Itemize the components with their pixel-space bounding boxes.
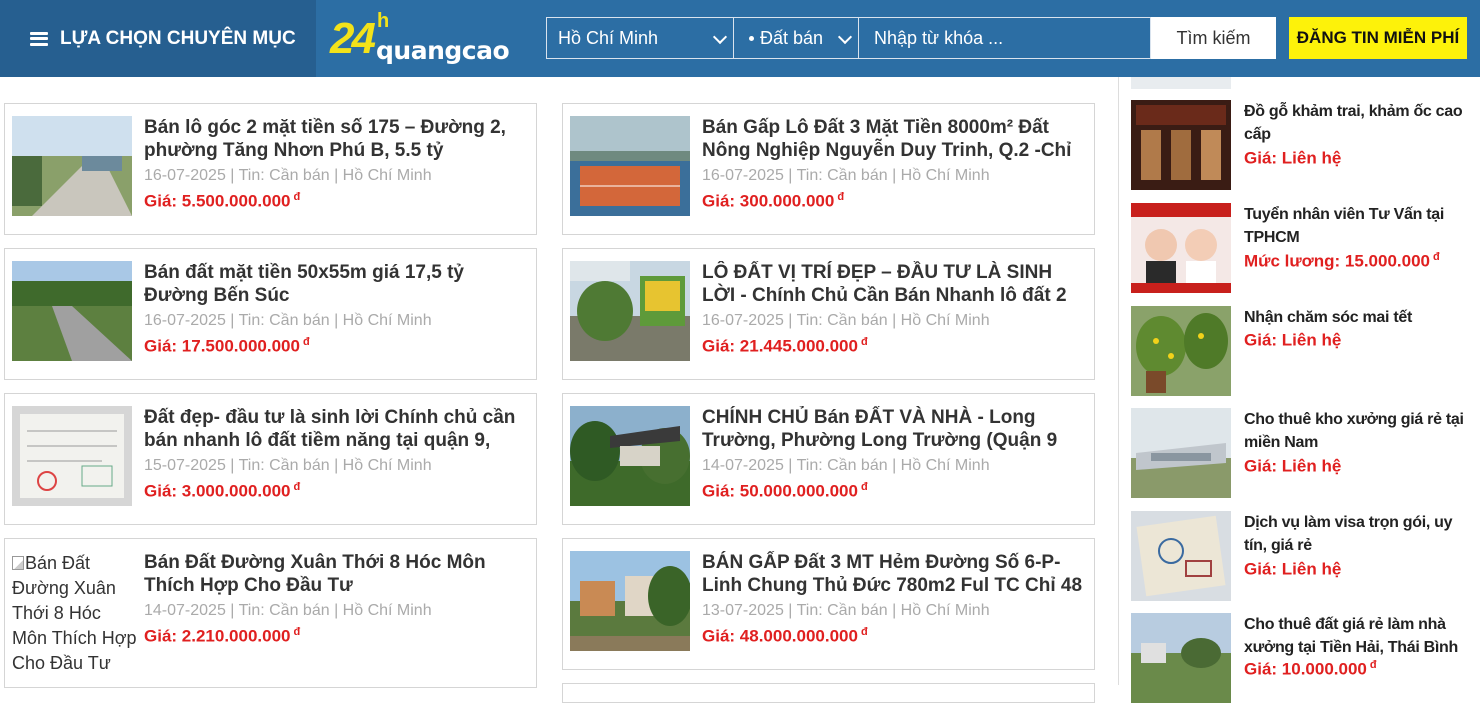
listing-meta: 13-07-2025 | Tin: Cần bán | Hồ Chí Minh — [702, 602, 990, 619]
listing-title[interactable]: Bán Gấp Lô Đất 3 Mặt Tiền 8000m² Đất Nôn… — [702, 116, 1087, 162]
listing-price: Giá: 300.000.000 đ — [702, 191, 845, 211]
sidebar-item-title[interactable]: Cho thuê kho xưởng giá rẻ tại miền Nam — [1244, 408, 1466, 454]
sidebar-item-title[interactable]: Nhận chăm sóc mai tết — [1244, 306, 1466, 329]
listing-price: Giá: 50.000.000.000 đ — [702, 481, 868, 501]
top-header: LỰA CHỌN CHUYÊN MỤC 24 h quangcao Hồ Chí… — [0, 0, 1480, 77]
sidebar-thumbnail[interactable] — [1131, 306, 1231, 396]
chevron-down-icon — [837, 29, 853, 45]
listing-meta: 16-07-2025 | Tin: Cần bán | Hồ Chí Minh — [144, 167, 432, 184]
category-menu-label: LỰA CHỌN CHUYÊN MỤC — [60, 27, 296, 49]
sidebar-divider — [1118, 77, 1119, 685]
listing-card[interactable]: Bán Gấp Lô Đất 3 Mặt Tiền 8000m² Đất Nôn… — [562, 103, 1095, 235]
category-select[interactable]: Đất bán — [734, 17, 859, 59]
listing-thumbnail[interactable] — [12, 116, 132, 216]
listing-title[interactable]: BÁN GẤP Đất 3 MT Hẻm Đường Số 6-P-Linh C… — [702, 551, 1087, 597]
listing-thumbnail[interactable] — [12, 406, 132, 506]
sidebar-item[interactable]: Nhận chăm sóc mai tết Giá: Liên hệ — [1131, 306, 1471, 398]
listing-title[interactable]: CHÍNH CHỦ Bán ĐẤT VÀ NHÀ - Long Trường, … — [702, 406, 1087, 452]
site-logo[interactable]: 24 h quangcao — [330, 10, 520, 66]
listing-price: Giá: 21.445.000.000 đ — [702, 336, 868, 356]
sidebar-item-title[interactable]: Dịch vụ làm visa trọn gói, uy tín, giá r… — [1244, 511, 1466, 557]
listing-title[interactable]: Đất đẹp- đầu tư là sinh lời Chính chủ cầ… — [144, 406, 529, 452]
listing-meta: 16-07-2025 | Tin: Cần bán | Hồ Chí Minh — [144, 312, 432, 329]
category-menu-button[interactable]: LỰA CHỌN CHUYÊN MỤC — [0, 0, 316, 77]
listing-meta: 16-07-2025 | Tin: Cần bán | Hồ Chí Minh — [702, 312, 990, 329]
search-bar: Hồ Chí Minh Đất bán Tìm kiếm — [546, 17, 1276, 59]
broken-image-icon — [12, 556, 24, 570]
listing-title[interactable]: LÔ ĐẤT VỊ TRÍ ĐẸP – ĐẦU TƯ LÀ SINH LỜI -… — [702, 261, 1087, 307]
listing-price: Giá: 48.000.000.000 đ — [702, 626, 868, 646]
listing-price: Giá: 2.210.000.000 đ — [144, 626, 301, 646]
listing-thumbnail[interactable] — [12, 261, 132, 361]
sidebar-item-price: Giá: Liên hệ — [1244, 330, 1342, 350]
bullet-icon — [749, 36, 754, 41]
sidebar-item[interactable]: Dịch vụ làm visa trọn gói, uy tín, giá r… — [1131, 511, 1471, 603]
sidebar-item[interactable]: Cho thuê kho xưởng giá rẻ tại miền Nam G… — [1131, 408, 1471, 500]
listing-price: Giá: 5.500.000.000 đ — [144, 191, 301, 211]
chevron-down-icon — [712, 29, 728, 45]
sidebar-item-price: Giá: Liên hệ — [1244, 559, 1342, 579]
listing-meta: 14-07-2025 | Tin: Cần bán | Hồ Chí Minh — [144, 602, 432, 619]
sidebar-item-price: Giá: Liên hệ — [1244, 456, 1342, 476]
sidebar-thumbnail[interactable] — [1131, 203, 1231, 293]
listing-card[interactable]: Bán lô góc 2 mặt tiền số 175 – Đường 2, … — [4, 103, 537, 235]
sidebar-item-title[interactable]: Tuyển nhân viên Tư Vấn tại TPHCM — [1244, 203, 1466, 249]
listing-price: Giá: 3.000.000.000 đ — [144, 481, 301, 501]
listing-meta: 16-07-2025 | Tin: Cần bán | Hồ Chí Minh — [702, 167, 990, 184]
listing-thumbnail[interactable] — [570, 406, 690, 506]
hamburger-icon — [30, 31, 48, 46]
sidebar-thumbnail[interactable] — [1131, 408, 1231, 498]
sidebar-item-price: Giá: Liên hệ — [1244, 148, 1342, 168]
sidebar-thumbnail[interactable] — [1131, 613, 1231, 703]
sidebar-item-price: Giá: 10.000.000 đ — [1244, 659, 1377, 679]
listing-thumbnail[interactable] — [570, 116, 690, 216]
listing-thumbnail[interactable] — [570, 551, 690, 651]
listing-title[interactable]: Bán Đất Đường Xuân Thới 8 Hóc Môn Thích … — [144, 551, 529, 597]
broken-image-alt-text[interactable]: Bán Đất Đường Xuân Thới 8 Hóc Môn Thích … — [12, 551, 137, 676]
listing-card[interactable]: Bán đất mặt tiền 50x55m giá 17,5 tỷ Đườn… — [4, 248, 537, 380]
listing-card[interactable]: BÁN GẤP Đất 3 MT Hẻm Đường Số 6-P-Linh C… — [562, 538, 1095, 670]
sidebar-item[interactable]: Đồ gỗ khảm trai, khảm ốc cao cấp Giá: Li… — [1131, 100, 1471, 192]
listing-title[interactable]: Bán lô góc 2 mặt tiền số 175 – Đường 2, … — [144, 116, 529, 162]
sidebar-item[interactable]: Cho thuê đất giá rẻ làm nhà xưởng tại Ti… — [1131, 613, 1471, 705]
sidebar-thumbnail[interactable] — [1131, 100, 1231, 190]
sidebar-item-price: Mức lương: 15.000.000 đ — [1244, 251, 1440, 271]
keyword-search-input[interactable] — [859, 17, 1151, 59]
sidebar-item[interactable]: Tuyển nhân viên Tư Vấn tại TPHCM Mức lươ… — [1131, 203, 1471, 295]
listing-price: Giá: 17.500.000.000 đ — [144, 336, 310, 356]
post-free-ad-button[interactable]: ĐĂNG TIN MIỄN PHÍ — [1289, 17, 1467, 59]
city-select[interactable]: Hồ Chí Minh — [546, 17, 734, 59]
listing-card[interactable]: LÔ ĐẤT VỊ TRÍ ĐẸP – ĐẦU TƯ LÀ SINH LỜI -… — [562, 248, 1095, 380]
sidebar-item-title[interactable]: Đồ gỗ khảm trai, khảm ốc cao cấp — [1244, 100, 1466, 146]
listing-meta: 15-07-2025 | Tin: Cần bán | Hồ Chí Minh — [144, 457, 432, 474]
sidebar-thumbnail[interactable] — [1131, 511, 1231, 601]
sidebar-item-title[interactable]: Cho thuê đất giá rẻ làm nhà xưởng tại Ti… — [1244, 613, 1466, 659]
listing-card[interactable]: Bán Đất Đường Xuân Thới 8 Hóc Môn Thích … — [4, 538, 537, 688]
listing-title[interactable]: Bán đất mặt tiền 50x55m giá 17,5 tỷ Đườn… — [144, 261, 529, 307]
search-button[interactable]: Tìm kiếm — [1151, 17, 1276, 59]
listing-card[interactable]: Đất đẹp- đầu tư là sinh lời Chính chủ cầ… — [4, 393, 537, 525]
listing-card[interactable] — [562, 683, 1095, 703]
listing-thumbnail[interactable] — [570, 261, 690, 361]
listing-meta: 14-07-2025 | Tin: Cần bán | Hồ Chí Minh — [702, 457, 990, 474]
listing-card[interactable]: CHÍNH CHỦ Bán ĐẤT VÀ NHÀ - Long Trường, … — [562, 393, 1095, 525]
sidebar-thumbnail-partial[interactable] — [1131, 77, 1231, 89]
